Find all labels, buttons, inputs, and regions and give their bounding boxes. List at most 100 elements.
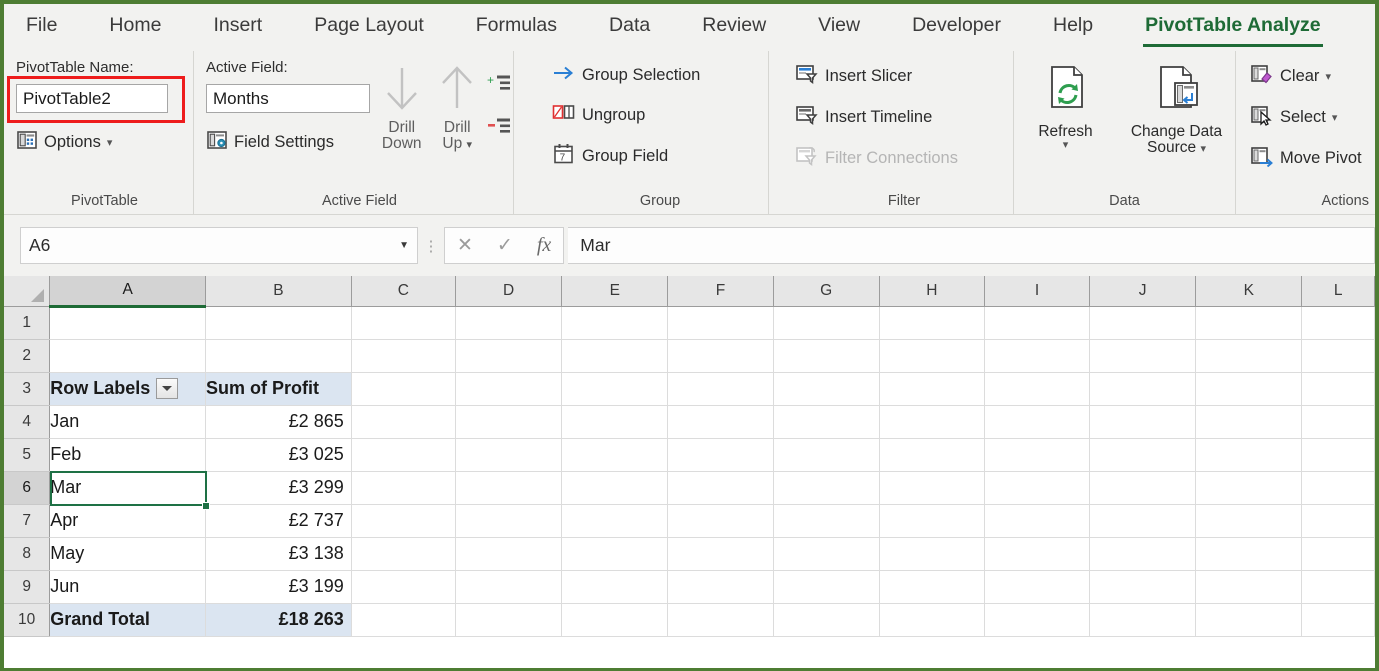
chevron-down-icon[interactable]: ▾ — [107, 136, 113, 149]
cell-l7[interactable] — [1302, 504, 1375, 537]
cell-d8[interactable] — [455, 537, 561, 570]
cell-a10[interactable]: Grand Total — [50, 603, 206, 636]
insert-timeline-button[interactable]: Insert Timeline — [795, 104, 932, 131]
cell-k2[interactable] — [1196, 339, 1302, 372]
cell-g10[interactable] — [773, 603, 879, 636]
cell-c8[interactable] — [351, 537, 455, 570]
tab-view[interactable]: View — [818, 14, 860, 41]
tab-formulas[interactable]: Formulas — [476, 14, 557, 41]
clear-button[interactable]: Clear ▾ — [1250, 63, 1331, 90]
cell-a5[interactable]: Feb — [50, 438, 206, 471]
cell-c9[interactable] — [351, 570, 455, 603]
cell-b5[interactable]: £3 025 — [206, 438, 352, 471]
cell-b3[interactable]: Sum of Profit — [206, 372, 352, 405]
cell-f9[interactable] — [668, 570, 773, 603]
cell-c4[interactable] — [351, 405, 455, 438]
cell-j7[interactable] — [1090, 504, 1196, 537]
cell-h8[interactable] — [879, 537, 984, 570]
cell-i2[interactable] — [984, 339, 1089, 372]
cell-c6[interactable] — [351, 471, 455, 504]
collapse-field-icon[interactable] — [487, 117, 513, 142]
row-header-10[interactable]: 10 — [4, 603, 50, 636]
cell-j4[interactable] — [1090, 405, 1196, 438]
column-header-b[interactable]: B — [206, 276, 352, 306]
cell-j3[interactable] — [1090, 372, 1196, 405]
cell-h7[interactable] — [879, 504, 984, 537]
cell-i5[interactable] — [984, 438, 1089, 471]
cell-j1[interactable] — [1090, 306, 1196, 339]
cell-g8[interactable] — [773, 537, 879, 570]
cell-c7[interactable] — [351, 504, 455, 537]
cell-k10[interactable] — [1196, 603, 1302, 636]
column-header-g[interactable]: G — [773, 276, 879, 306]
tab-file[interactable]: File — [26, 14, 57, 41]
cell-c5[interactable] — [351, 438, 455, 471]
tab-home[interactable]: Home — [109, 14, 161, 41]
cell-a6[interactable]: Mar — [50, 471, 206, 504]
tab-page-layout[interactable]: Page Layout — [314, 14, 424, 41]
cell-b6[interactable]: £3 299 — [206, 471, 352, 504]
column-header-f[interactable]: F — [668, 276, 773, 306]
cell-j5[interactable] — [1090, 438, 1196, 471]
cell-h2[interactable] — [879, 339, 984, 372]
row-header-1[interactable]: 1 — [4, 306, 50, 339]
drill-down-button[interactable]: Drill Down — [374, 59, 430, 153]
cell-f1[interactable] — [668, 306, 773, 339]
cell-d1[interactable] — [455, 306, 561, 339]
cell-a4[interactable]: Jan — [50, 405, 206, 438]
column-header-d[interactable]: D — [455, 276, 561, 306]
cell-d7[interactable] — [455, 504, 561, 537]
expand-field-icon[interactable]: + — [487, 74, 513, 99]
column-header-i[interactable]: I — [984, 276, 1089, 306]
column-header-j[interactable]: J — [1090, 276, 1196, 306]
cell-l2[interactable] — [1302, 339, 1375, 372]
row-header-4[interactable]: 4 — [4, 405, 50, 438]
chevron-down-icon[interactable]: ▾ — [1332, 111, 1338, 124]
cell-e4[interactable] — [562, 405, 668, 438]
cell-g4[interactable] — [773, 405, 879, 438]
active-field-input[interactable]: Months — [206, 84, 370, 113]
cell-c2[interactable] — [351, 339, 455, 372]
fx-icon[interactable]: fx — [537, 234, 551, 257]
tab-developer[interactable]: Developer — [912, 14, 1001, 41]
cell-c1[interactable] — [351, 306, 455, 339]
cell-a8[interactable]: May — [50, 537, 206, 570]
row-header-8[interactable]: 8 — [4, 537, 50, 570]
cell-h9[interactable] — [879, 570, 984, 603]
cell-h10[interactable] — [879, 603, 984, 636]
cell-a3[interactable]: Row Labels — [50, 372, 206, 405]
cell-c3[interactable] — [351, 372, 455, 405]
pivottable-options-button[interactable]: Options ▾ — [16, 129, 112, 156]
column-header-a[interactable]: A — [50, 276, 206, 306]
cell-b4[interactable]: £2 865 — [206, 405, 352, 438]
confirm-icon[interactable]: ✓ — [497, 234, 513, 257]
cell-d6[interactable] — [455, 471, 561, 504]
cell-b7[interactable]: £2 737 — [206, 504, 352, 537]
cell-a1[interactable] — [50, 306, 206, 339]
cell-d3[interactable] — [455, 372, 561, 405]
cell-d10[interactable] — [455, 603, 561, 636]
cell-l4[interactable] — [1302, 405, 1375, 438]
cell-l6[interactable] — [1302, 471, 1375, 504]
cell-k4[interactable] — [1196, 405, 1302, 438]
cell-e1[interactable] — [562, 306, 668, 339]
cell-g7[interactable] — [773, 504, 879, 537]
row-labels-filter-button[interactable] — [156, 378, 178, 399]
cell-l1[interactable] — [1302, 306, 1375, 339]
row-header-6[interactable]: 6 — [4, 471, 50, 504]
select-button[interactable]: Select ▾ — [1250, 104, 1337, 131]
cell-l5[interactable] — [1302, 438, 1375, 471]
cell-l8[interactable] — [1302, 537, 1375, 570]
cell-i10[interactable] — [984, 603, 1089, 636]
column-header-e[interactable]: E — [562, 276, 668, 306]
cell-j8[interactable] — [1090, 537, 1196, 570]
cell-k5[interactable] — [1196, 438, 1302, 471]
name-box[interactable]: A6 ▼ — [20, 227, 418, 264]
cell-f8[interactable] — [668, 537, 773, 570]
column-header-k[interactable]: K — [1196, 276, 1302, 306]
group-field-button[interactable]: 7 Group Field — [552, 143, 668, 170]
cell-a9[interactable]: Jun — [50, 570, 206, 603]
group-selection-button[interactable]: Group Selection — [552, 63, 700, 88]
cell-f3[interactable] — [668, 372, 773, 405]
cell-h6[interactable] — [879, 471, 984, 504]
